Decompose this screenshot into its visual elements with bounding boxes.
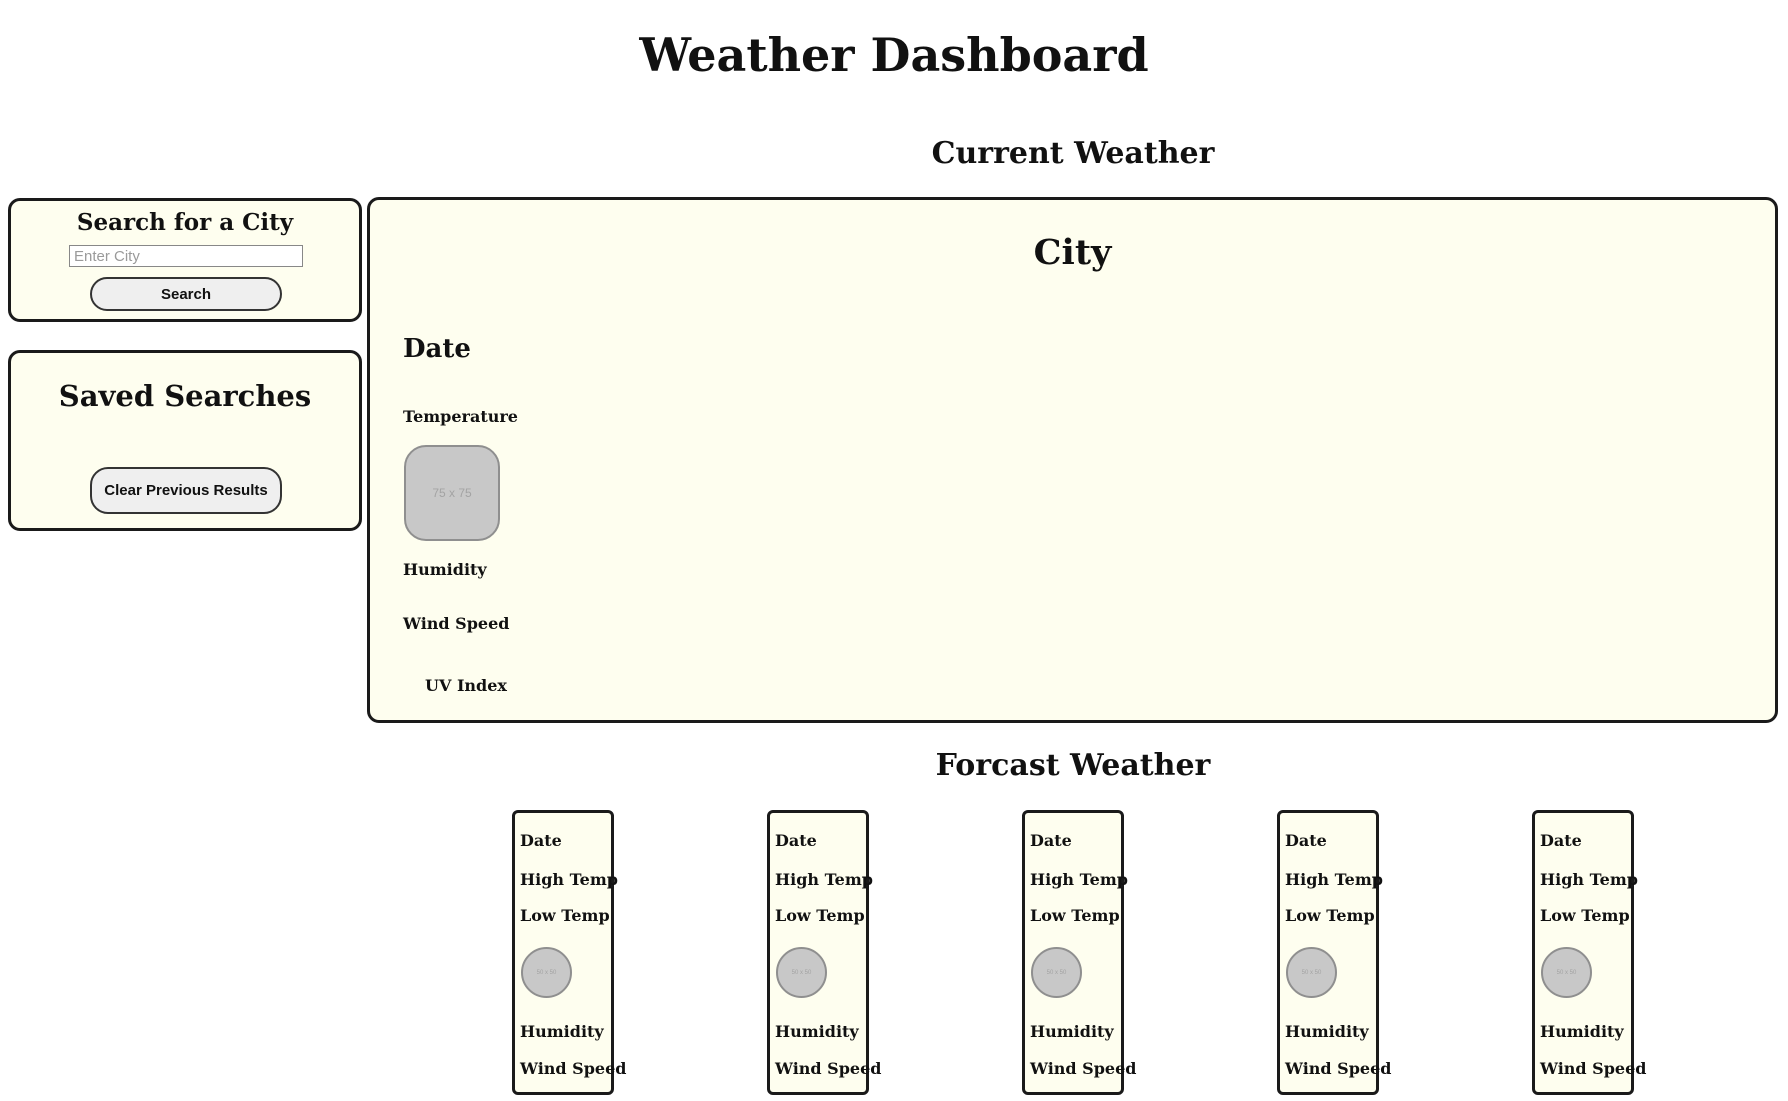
- forecast-low-temp: Low Temp: [775, 906, 865, 925]
- forecast-weather-icon: 50 x 50: [1541, 947, 1592, 998]
- forecast-wind-speed: Wind Speed: [1030, 1059, 1137, 1078]
- forecast-weather-icon: 50 x 50: [521, 947, 572, 998]
- forecast-card: Date High Temp Low Temp 50 x 50 Humidity…: [512, 810, 626, 1095]
- forecast-card: Date High Temp Low Temp 50 x 50 Humidity…: [1532, 810, 1646, 1095]
- forecast-icon-placeholder-text: 50 x 50: [791, 969, 812, 976]
- forecast-high-temp: High Temp: [1030, 870, 1128, 889]
- forecast-humidity: Humidity: [775, 1022, 859, 1041]
- page-title: Weather Dashboard: [639, 28, 1149, 82]
- forecast-high-temp: High Temp: [775, 870, 873, 889]
- forecast-date: Date: [520, 831, 562, 850]
- search-heading: Search for a City: [76, 209, 294, 236]
- forecast-weather-title: Forcast Weather: [935, 748, 1211, 783]
- forecast-humidity: Humidity: [520, 1022, 604, 1041]
- forecast-date: Date: [1285, 831, 1327, 850]
- search-panel: Search for a City Search: [8, 198, 362, 322]
- forecast-card: Date High Temp Low Temp 50 x 50 Humidity…: [1277, 810, 1391, 1095]
- forecast-icon-placeholder-text: 50 x 50: [1046, 969, 1067, 976]
- forecast-card: Date High Temp Low Temp 50 x 50 Humidity…: [767, 810, 881, 1095]
- forecast-date: Date: [1540, 831, 1582, 850]
- forecast-low-temp: Low Temp: [1030, 906, 1120, 925]
- forecast-high-temp: High Temp: [1540, 870, 1638, 889]
- forecast-wind-speed: Wind Speed: [1285, 1059, 1392, 1078]
- saved-searches-panel: Saved Searches Clear Previous Results: [8, 350, 362, 531]
- forecast-humidity: Humidity: [1285, 1022, 1369, 1041]
- forecast-wind-speed: Wind Speed: [1540, 1059, 1647, 1078]
- forecast-wind-speed: Wind Speed: [520, 1059, 627, 1078]
- forecast-humidity: Humidity: [1030, 1022, 1114, 1041]
- forecast-card: Date High Temp Low Temp 50 x 50 Humidity…: [1022, 810, 1136, 1095]
- forecast-date: Date: [775, 831, 817, 850]
- current-humidity: Humidity: [403, 560, 487, 579]
- current-uv-index: UV Index: [425, 676, 507, 695]
- forecast-weather-icon: 50 x 50: [1031, 947, 1082, 998]
- forecast-icon-placeholder-text: 50 x 50: [1556, 969, 1577, 976]
- current-weather-title: Current Weather: [931, 136, 1215, 171]
- weather-dashboard-page: Weather Dashboard Search for a City Sear…: [0, 0, 1788, 1101]
- forecast-icon-placeholder-text: 50 x 50: [1301, 969, 1322, 976]
- clear-previous-results-button[interactable]: Clear Previous Results: [90, 467, 282, 514]
- forecast-humidity: Humidity: [1540, 1022, 1624, 1041]
- forecast-low-temp: Low Temp: [1540, 906, 1630, 925]
- current-date: Date: [403, 334, 471, 364]
- forecast-high-temp: High Temp: [1285, 870, 1383, 889]
- forecast-icon-placeholder-text: 50 x 50: [536, 969, 557, 976]
- current-city-name: City: [1033, 232, 1112, 273]
- forecast-low-temp: Low Temp: [520, 906, 610, 925]
- search-button[interactable]: Search: [90, 277, 282, 311]
- current-weather-panel: City Date Temperature 75 x 75 Humidity W…: [367, 197, 1778, 723]
- forecast-low-temp: Low Temp: [1285, 906, 1375, 925]
- city-search-input[interactable]: [69, 245, 303, 267]
- current-weather-icon: 75 x 75: [404, 445, 500, 541]
- forecast-weather-icon: 50 x 50: [1286, 947, 1337, 998]
- saved-searches-heading: Saved Searches: [58, 379, 312, 413]
- forecast-high-temp: High Temp: [520, 870, 618, 889]
- current-wind-speed: Wind Speed: [403, 614, 510, 633]
- current-icon-placeholder-text: 75 x 75: [432, 486, 472, 500]
- current-temperature: Temperature: [403, 407, 518, 426]
- forecast-weather-icon: 50 x 50: [776, 947, 827, 998]
- forecast-date: Date: [1030, 831, 1072, 850]
- forecast-wind-speed: Wind Speed: [775, 1059, 882, 1078]
